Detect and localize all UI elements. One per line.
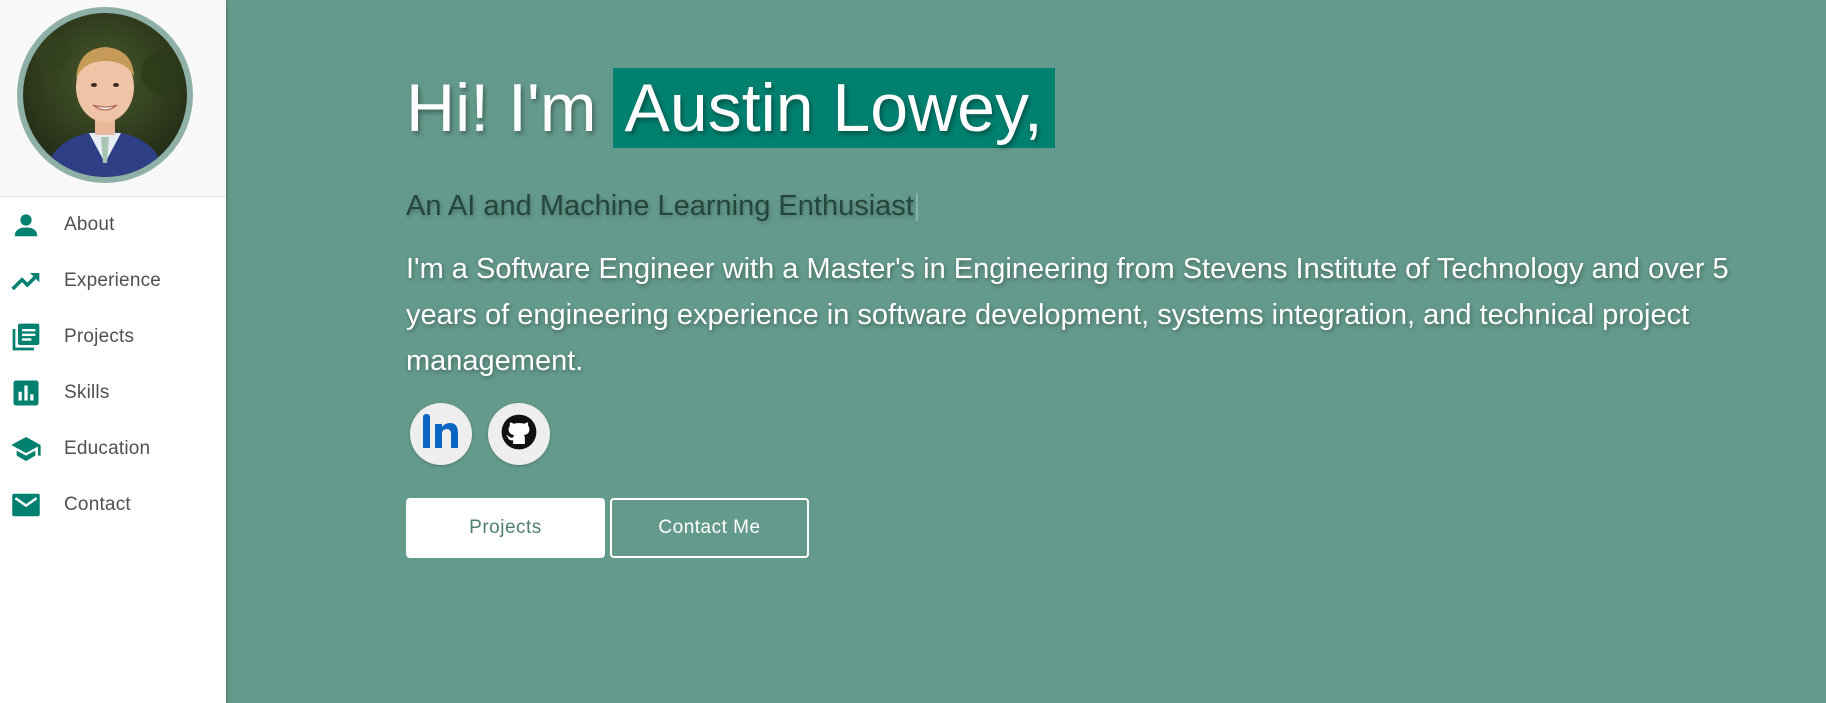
sidebar-item-contact[interactable]: Contact	[0, 477, 226, 533]
sidebar-item-experience[interactable]: Experience	[0, 253, 226, 309]
sidebar-item-label: Experience	[64, 270, 162, 291]
github-icon	[500, 413, 538, 456]
sidebar-item-education[interactable]: Education	[0, 421, 226, 477]
mail-icon	[10, 489, 42, 521]
sidebar-item-label: Skills	[64, 382, 110, 403]
hero-tagline-text: An AI and Machine Learning Enthusiast	[406, 190, 914, 222]
projects-button[interactable]: Projects	[406, 498, 605, 558]
sidebar-item-label: Projects	[64, 326, 135, 347]
contact-me-button[interactable]: Contact Me	[610, 498, 809, 558]
avatar-container	[0, 0, 226, 197]
sidebar-item-projects[interactable]: Projects	[0, 309, 226, 365]
sidebar-item-about[interactable]: About	[0, 197, 226, 253]
person-icon	[10, 209, 42, 241]
linkedin-link[interactable]	[410, 403, 472, 465]
graduation-cap-icon	[10, 433, 42, 465]
sidebar-nav: About Experience Projects Skills Educati…	[0, 197, 226, 533]
sidebar-item-label: Education	[64, 438, 151, 459]
typing-cursor	[915, 193, 918, 222]
bar-chart-icon	[10, 377, 42, 409]
hero-buttons: Projects Contact Me	[406, 498, 809, 558]
social-links	[410, 403, 550, 465]
hero-headline: Hi! I'm Austin Lowey,	[406, 68, 1055, 148]
hero-greeting: Hi! I'm	[406, 70, 597, 146]
avatar-image	[23, 13, 187, 177]
sidebar-item-skills[interactable]: Skills	[0, 365, 226, 421]
linkedin-icon	[421, 413, 461, 455]
avatar	[17, 7, 193, 183]
hero-tagline: An AI and Machine Learning Enthusiast	[406, 190, 918, 223]
github-link[interactable]	[488, 403, 550, 465]
hero-name: Austin Lowey,	[612, 68, 1055, 148]
library-books-icon	[10, 321, 42, 353]
sidebar: About Experience Projects Skills Educati…	[0, 0, 226, 703]
sidebar-item-label: Contact	[64, 494, 131, 515]
hero-bio: I'm a Software Engineer with a Master's …	[406, 253, 1729, 377]
trending-up-icon	[10, 265, 42, 297]
sidebar-item-label: About	[64, 214, 115, 235]
hero-section: Hi! I'm Austin Lowey, An AI and Machine …	[226, 0, 1826, 703]
